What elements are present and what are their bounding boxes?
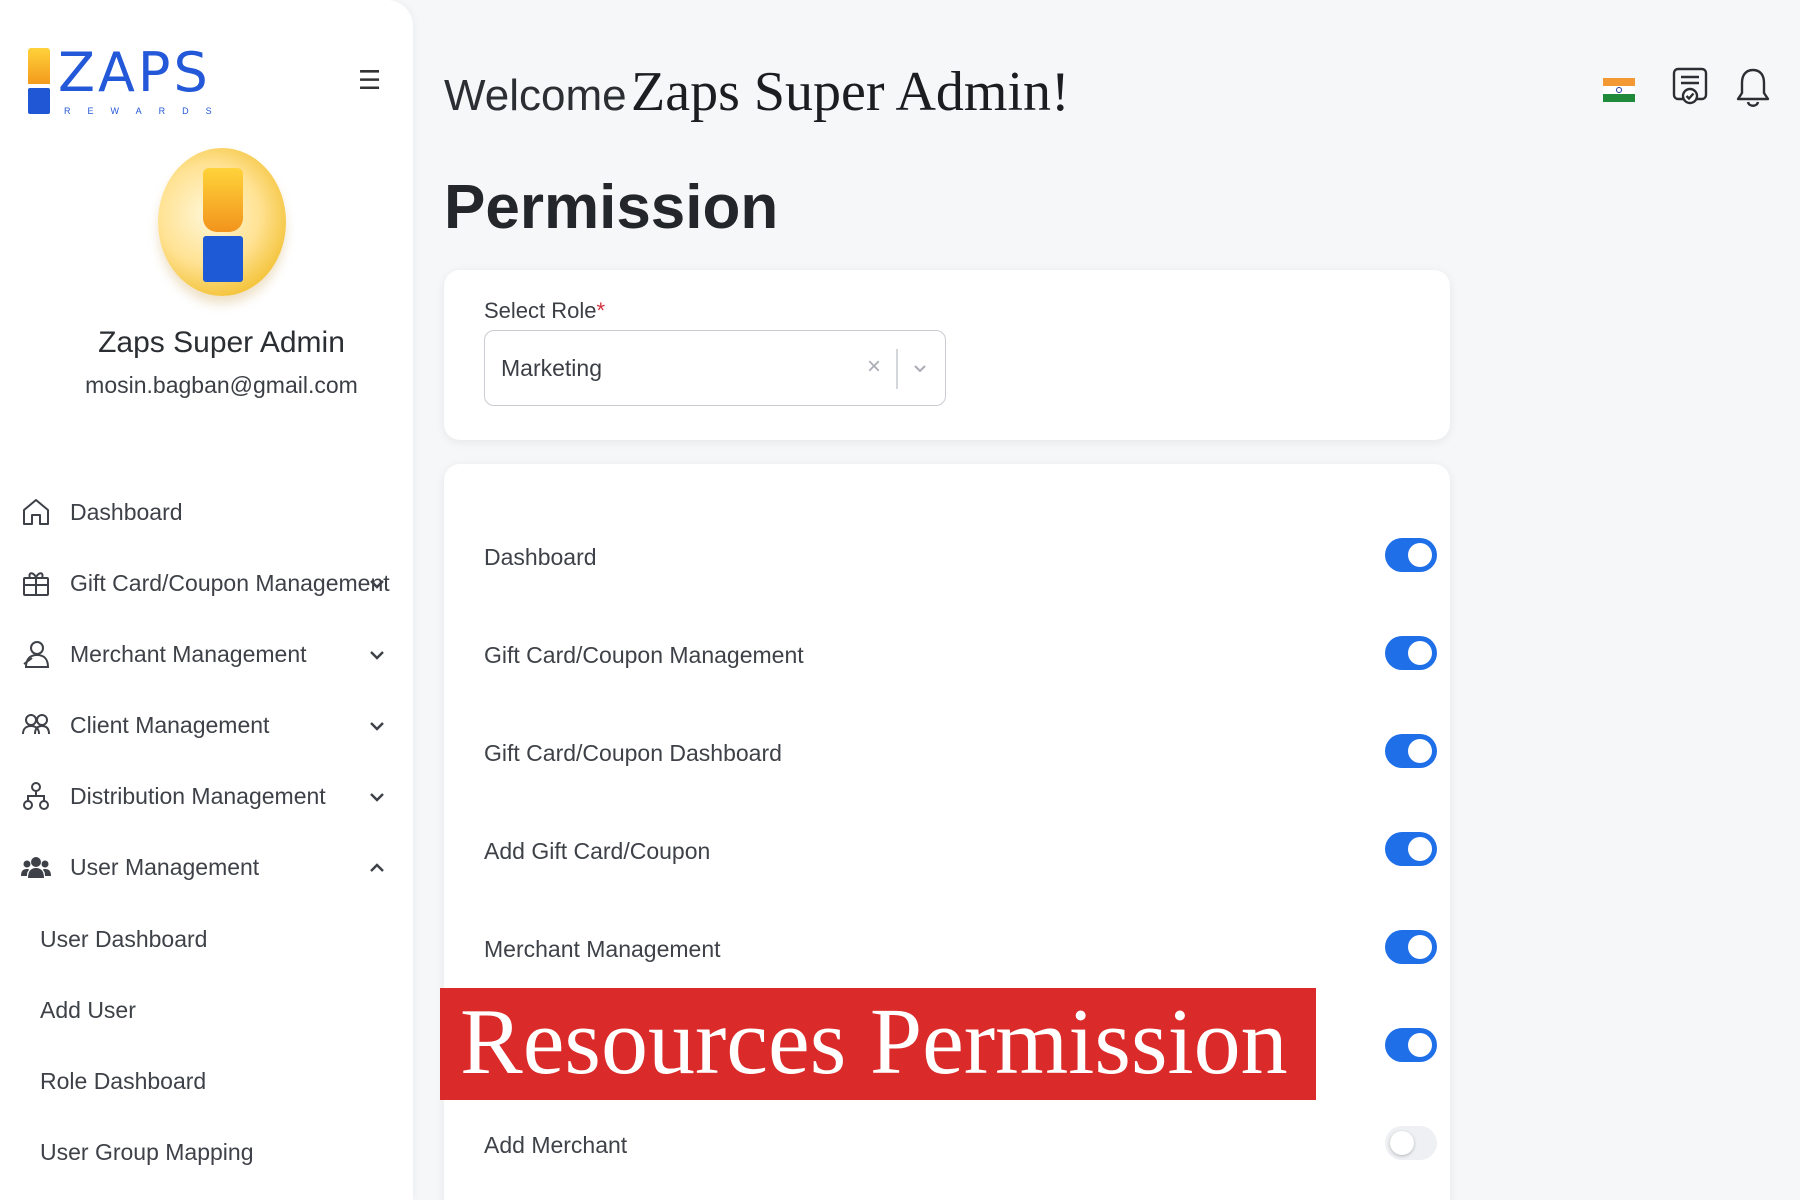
permission-toggle[interactable] xyxy=(1385,1028,1437,1062)
sidebar-subitem-label: User Group Mapping xyxy=(40,1139,254,1165)
chevron-down-icon[interactable] xyxy=(366,715,388,737)
profile-email: mosin.bagban@gmail.com xyxy=(85,372,358,398)
permission-row: Merchant Management xyxy=(484,924,1437,974)
permission-row: Gift Card/Coupon Dashboard xyxy=(484,728,1437,778)
sidebar-item-label: Merchant Management xyxy=(70,641,307,667)
permission-toggle[interactable] xyxy=(1385,734,1437,768)
resources-permission-banner: Resources Permission xyxy=(440,988,1316,1100)
avatar-mark-bottom xyxy=(203,236,243,282)
logo-text: ZAPS xyxy=(58,41,211,104)
permission-label: Add Merchant xyxy=(484,1132,628,1158)
sidebar-subitem-label: User Dashboard xyxy=(40,926,208,952)
permission-toggle[interactable] xyxy=(1385,930,1437,964)
zaps-logo[interactable]: ZAPS REWARDS xyxy=(28,41,238,120)
bell-icon[interactable] xyxy=(1734,66,1772,110)
profile-name: Zaps Super Admin xyxy=(98,326,345,359)
sidebar-item-dashboard[interactable]: Dashboard xyxy=(0,484,413,542)
sidebar-item-label: User Management xyxy=(70,854,260,880)
toggle-knob xyxy=(1390,1131,1414,1155)
sidebar-item-label: Dashboard xyxy=(70,499,183,525)
sidebar-item-label: Distribution Management xyxy=(70,783,326,809)
permission-row: Dashboard xyxy=(484,532,1437,582)
chevron-down-icon[interactable] xyxy=(911,359,929,377)
permission-label: Gift Card/Coupon Management xyxy=(484,642,804,668)
permission-toggle[interactable] xyxy=(1385,832,1437,866)
required-asterisk: * xyxy=(596,298,606,323)
avatar-mark-top xyxy=(203,168,243,232)
chevron-down-icon[interactable] xyxy=(366,573,388,595)
welcome-heading: Welcome Zaps Super Admin! xyxy=(444,60,1070,124)
select-divider xyxy=(896,349,898,389)
permission-row: Add Gift Card/Coupon xyxy=(484,826,1437,876)
sidebar-item-client[interactable]: Client Management xyxy=(0,697,413,755)
sidebar-item-distribution[interactable]: Distribution Management xyxy=(0,768,413,826)
avatar xyxy=(158,148,286,296)
welcome-prefix: Welcome xyxy=(444,71,627,120)
role-selection-card: Select Role* Marketing × xyxy=(444,270,1450,440)
select-role-label-text: Select Role xyxy=(484,298,597,323)
clear-icon[interactable]: × xyxy=(867,353,881,381)
toggle-knob xyxy=(1408,935,1432,959)
welcome-name: Zaps Super Admin! xyxy=(631,61,1070,123)
permission-label: Dashboard xyxy=(484,544,597,570)
logo-mark-bottom xyxy=(28,88,50,114)
sidebar-item-gift-card[interactable]: Gift Card/Coupon Management xyxy=(0,555,413,613)
sidebar-item-user-management[interactable]: User Management xyxy=(0,839,413,897)
permission-row: Add Merchant xyxy=(484,1120,1437,1170)
permission-toggle[interactable] xyxy=(1385,1126,1437,1160)
users-icon xyxy=(22,714,50,735)
page-title: Permission xyxy=(444,173,779,242)
toggle-knob xyxy=(1408,641,1432,665)
user-group-icon xyxy=(21,857,51,878)
role-select[interactable]: Marketing × xyxy=(484,330,946,406)
permission-row: Gift Card/Coupon Management xyxy=(484,630,1437,680)
sidebar-subitem-user-dashboard[interactable]: User Dashboard xyxy=(0,914,413,964)
banner-text: Resources Permission xyxy=(460,990,1288,1094)
certificate-icon[interactable] xyxy=(1670,66,1710,110)
permission-label: Gift Card/Coupon Dashboard xyxy=(484,740,782,766)
sidebar-subitem-user-group-mapping[interactable]: User Group Mapping xyxy=(0,1127,413,1177)
sidebar-subitem-add-user[interactable]: Add User xyxy=(0,985,413,1035)
sidebar-subitem-label: Role Dashboard xyxy=(40,1068,207,1094)
toggle-knob xyxy=(1408,1033,1432,1057)
permission-label: Add Gift Card/Coupon xyxy=(484,838,711,864)
sidebar-subitem-role-dashboard[interactable]: Role Dashboard xyxy=(0,1056,413,1106)
chevron-down-icon[interactable] xyxy=(366,786,388,808)
logo-subtext: REWARDS xyxy=(64,106,229,116)
logo-mark-top xyxy=(28,48,50,84)
role-select-value: Marketing xyxy=(501,355,602,381)
sidebar-item-label: Gift Card/Coupon Management xyxy=(70,570,390,596)
toggle-knob xyxy=(1408,739,1432,763)
toggle-knob xyxy=(1408,837,1432,861)
sidebar-item-merchant[interactable]: Merchant Management xyxy=(0,626,413,684)
toggle-knob xyxy=(1408,543,1432,567)
gift-icon xyxy=(23,572,49,596)
home-icon xyxy=(23,499,49,525)
chevron-up-icon[interactable] xyxy=(366,857,388,879)
network-icon xyxy=(23,782,49,810)
sidebar-item-label: Client Management xyxy=(70,712,270,738)
india-flag-icon[interactable] xyxy=(1603,78,1635,102)
select-role-label: Select Role* xyxy=(484,298,605,324)
sidebar-subitem-label: Add User xyxy=(40,997,136,1023)
permission-toggle[interactable] xyxy=(1385,636,1437,670)
sidebar: ZAPS REWARDS ☰ Zaps Super Admin mosin.ba… xyxy=(0,0,413,1200)
merchant-icon xyxy=(23,641,50,668)
permission-toggle[interactable] xyxy=(1385,538,1437,572)
hamburger-menu-icon[interactable]: ☰ xyxy=(358,66,381,94)
chevron-down-icon[interactable] xyxy=(366,644,388,666)
permission-label: Merchant Management xyxy=(484,936,721,962)
